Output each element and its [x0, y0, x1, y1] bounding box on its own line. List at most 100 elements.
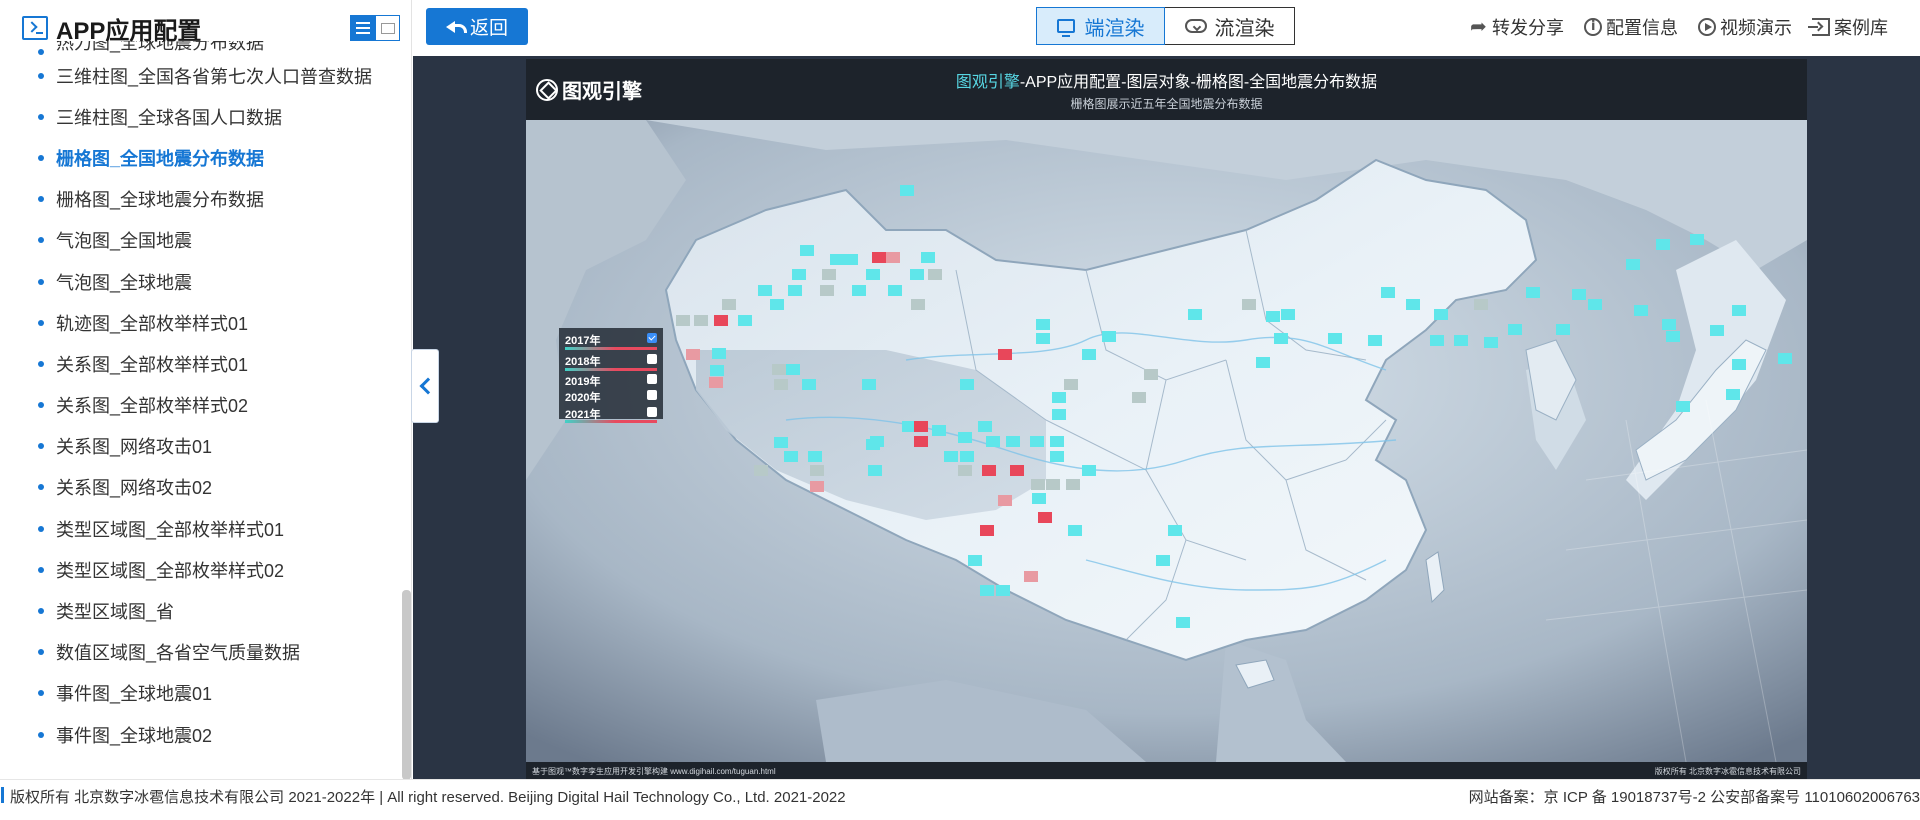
sidebar-item-active[interactable]: 栅格图_全国地震分布数据 — [0, 137, 400, 178]
grid-cell[interactable] — [1038, 512, 1052, 523]
grid-cell[interactable] — [1052, 409, 1066, 420]
grid-cell[interactable] — [710, 365, 724, 376]
grid-cell[interactable] — [800, 245, 814, 256]
grid-cell[interactable] — [980, 585, 994, 596]
grid-cell[interactable] — [802, 379, 816, 390]
legend-checkbox[interactable] — [647, 353, 657, 364]
grid-cell[interactable] — [914, 421, 928, 432]
legend-row-2018[interactable]: 2018年 — [565, 353, 657, 374]
grid-cell[interactable] — [960, 451, 974, 462]
grid-cell[interactable] — [1726, 389, 1740, 400]
grid-cell[interactable] — [1132, 392, 1146, 403]
grid-cell[interactable] — [712, 348, 726, 359]
grid-cell[interactable] — [1156, 555, 1170, 566]
sidebar-item[interactable]: 三维柱图_全国各省第七次人口普查数据 — [0, 55, 400, 96]
sidebar-item[interactable]: 关系图_全部枚举样式02 — [0, 385, 400, 426]
grid-cell[interactable] — [686, 349, 700, 360]
grid-cell[interactable] — [830, 254, 844, 265]
grid-cell[interactable] — [774, 437, 788, 448]
grid-cell[interactable] — [1024, 571, 1038, 582]
grid-cell[interactable] — [1188, 309, 1202, 320]
grid-cell[interactable] — [928, 269, 942, 280]
grid-cell[interactable] — [786, 364, 800, 375]
grid-cell[interactable] — [1454, 335, 1468, 346]
grid-cell[interactable] — [1656, 239, 1670, 250]
grid-cell[interactable] — [982, 465, 996, 476]
grid-cell[interactable] — [774, 379, 788, 390]
sidebar-item[interactable]: 栅格图_全球地震分布数据 — [0, 179, 400, 220]
grid-cell[interactable] — [1434, 309, 1448, 320]
client-render-button[interactable]: 端渲染 — [1036, 7, 1165, 45]
grid-cell[interactable] — [1732, 359, 1746, 370]
grid-cell[interactable] — [1710, 325, 1724, 336]
grid-cell[interactable] — [900, 185, 914, 196]
grid-cell[interactable] — [932, 425, 946, 436]
grid-cell[interactable] — [1588, 299, 1602, 310]
grid-cell[interactable] — [1281, 309, 1295, 320]
video-demo-button[interactable]: 视频演示 — [1698, 14, 1792, 40]
grid-cell[interactable] — [1006, 436, 1020, 447]
legend-checkbox[interactable] — [647, 390, 657, 400]
grid-cell[interactable] — [1242, 299, 1256, 310]
legend-checkbox[interactable] — [647, 407, 657, 417]
sidebar-scrollbar[interactable] — [402, 590, 411, 779]
grid-cell[interactable] — [1406, 299, 1420, 310]
sidebar-item[interactable]: 气泡图_全球地震 — [0, 261, 400, 302]
grid-cell[interactable] — [1430, 335, 1444, 346]
grid-cell[interactable] — [960, 379, 974, 390]
grid-cell[interactable] — [911, 299, 925, 310]
stream-render-button[interactable]: 流渲染 — [1165, 7, 1295, 45]
grid-cell[interactable] — [1036, 319, 1050, 330]
grid-cell[interactable] — [998, 349, 1012, 360]
legend-row-2021[interactable]: 2021年 — [565, 406, 657, 423]
map-viewer[interactable]: 图观引擎 图观引擎-APP应用配置-图层对象-栅格图-全国地震分布数据 栅格图展… — [526, 59, 1807, 779]
grid-cell[interactable] — [1508, 324, 1522, 335]
sidebar-item[interactable]: 类型区域图_全部枚举样式02 — [0, 549, 400, 590]
grid-cell[interactable] — [1050, 451, 1064, 462]
grid-cell[interactable] — [1690, 234, 1704, 245]
grid-cell[interactable] — [958, 432, 972, 443]
grid-cell[interactable] — [709, 377, 723, 388]
grid-cell[interactable] — [1068, 525, 1082, 536]
grid-cell[interactable] — [758, 285, 772, 296]
legend-row-2017[interactable]: 2017年 — [565, 332, 657, 353]
grid-cell[interactable] — [810, 465, 824, 476]
grid-cell[interactable] — [1168, 525, 1182, 536]
grid-cell[interactable] — [1050, 436, 1064, 447]
grid-cell[interactable] — [868, 465, 882, 476]
grid-cell[interactable] — [1368, 335, 1382, 346]
grid-cell[interactable] — [852, 285, 866, 296]
legend-row-2019[interactable]: 2019年 — [565, 373, 657, 389]
grid-cell[interactable] — [788, 285, 802, 296]
grid-cell[interactable] — [822, 269, 836, 280]
grid-cell[interactable] — [1484, 337, 1498, 348]
grid-cell[interactable] — [958, 465, 972, 476]
grid-cell[interactable] — [1256, 357, 1270, 368]
grid-cell[interactable] — [1066, 479, 1080, 490]
grid-cell[interactable] — [870, 436, 884, 447]
legend-checkbox[interactable] — [647, 374, 657, 384]
grid-cell[interactable] — [1031, 479, 1045, 490]
grid-cell[interactable] — [1030, 436, 1044, 447]
grid-cell[interactable] — [1274, 333, 1288, 344]
grid-cell[interactable] — [1778, 353, 1792, 364]
grid-cell[interactable] — [1176, 617, 1190, 628]
grid-cell[interactable] — [921, 252, 935, 263]
grid-cell[interactable] — [784, 451, 798, 462]
grid-cell[interactable] — [1064, 379, 1078, 390]
grid-cell[interactable] — [914, 436, 928, 447]
grid-cell[interactable] — [888, 285, 902, 296]
grid-cell[interactable] — [1010, 465, 1024, 476]
grid-cell[interactable] — [986, 436, 1000, 447]
grid-cell[interactable] — [1036, 333, 1050, 344]
grid-cell[interactable] — [1626, 259, 1640, 270]
grid-cell[interactable] — [722, 299, 736, 310]
grid-cell[interactable] — [1082, 465, 1096, 476]
grid-cell[interactable] — [1144, 369, 1158, 380]
share-button[interactable]: 转发分享 — [1470, 14, 1564, 40]
grid-cell[interactable] — [1046, 479, 1060, 490]
list-view-button[interactable] — [351, 16, 375, 40]
grid-cell[interactable] — [1052, 392, 1066, 403]
grid-cell[interactable] — [714, 315, 728, 326]
grid-cell[interactable] — [770, 299, 784, 310]
